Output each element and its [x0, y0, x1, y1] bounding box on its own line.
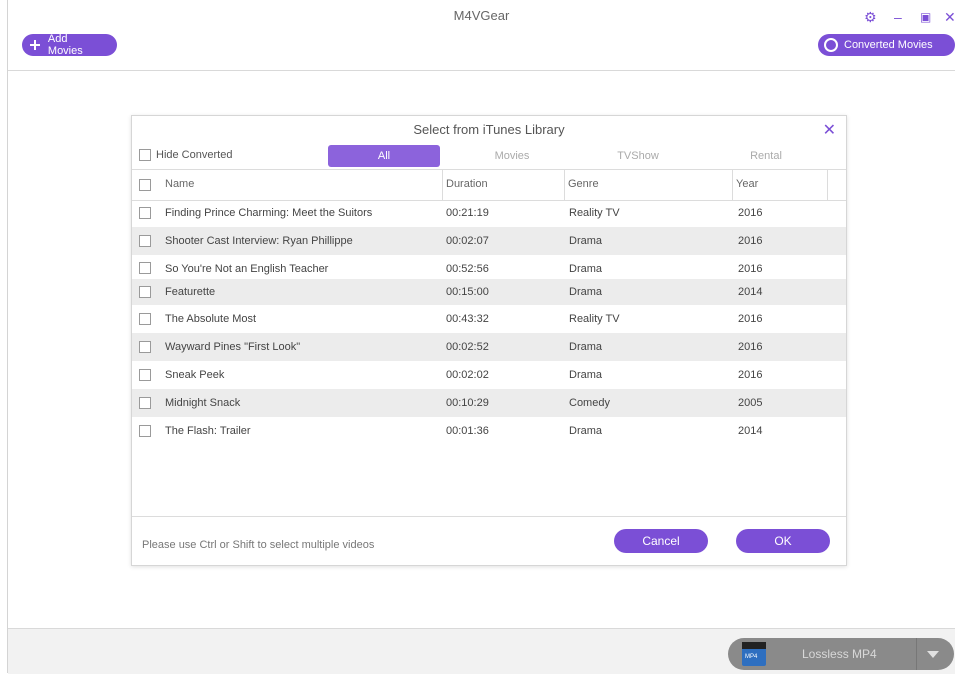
- row-name: Finding Prince Charming: Meet the Suitor…: [165, 207, 373, 219]
- dropdown-separator: [916, 638, 917, 670]
- table-header: Name Duration Genre Year: [132, 169, 846, 201]
- app-title: M4VGear: [453, 8, 510, 23]
- table-row[interactable]: The Absolute Most 00:43:32 Reality TV 20…: [132, 305, 846, 333]
- plus-icon: [28, 38, 42, 52]
- row-year: 2005: [738, 397, 763, 409]
- minimize-icon[interactable]: –: [894, 10, 902, 24]
- add-movies-label: Add Movies: [47, 33, 83, 57]
- converted-movies-label: Converted Movies: [844, 39, 933, 51]
- row-genre: Drama: [569, 369, 603, 381]
- row-checkbox[interactable]: [139, 207, 151, 219]
- row-genre: Comedy: [569, 397, 610, 409]
- dialog-footer: Please use Ctrl or Shift to select multi…: [132, 516, 846, 566]
- row-duration: 00:15:00: [446, 286, 489, 298]
- hide-converted-checkbox[interactable]: [139, 149, 151, 161]
- row-year: 2014: [738, 425, 763, 437]
- row-genre: Drama: [569, 263, 603, 275]
- row-name: Featurette: [165, 286, 216, 298]
- table-row[interactable]: Midnight Snack 00:10:29 Comedy 2005: [132, 389, 846, 417]
- row-name: Wayward Pines "First Look": [165, 341, 301, 353]
- row-duration: 00:02:02: [446, 369, 489, 381]
- row-genre: Drama: [569, 341, 603, 353]
- row-duration: 00:10:29: [446, 397, 489, 409]
- row-checkbox[interactable]: [139, 235, 151, 247]
- row-name: So You're Not an English Teacher: [165, 263, 329, 275]
- close-icon[interactable]: ✕: [944, 10, 955, 24]
- row-duration: 00:52:56: [446, 263, 489, 275]
- gear-icon[interactable]: ⚙: [864, 10, 877, 24]
- row-checkbox[interactable]: [139, 425, 151, 437]
- itunes-library-dialog: Select from iTunes Library ✕ Hide Conver…: [131, 115, 847, 566]
- row-checkbox[interactable]: [139, 397, 151, 409]
- output-format-label: Lossless MP4: [802, 647, 877, 661]
- tab-rental[interactable]: Rental: [710, 145, 822, 167]
- cancel-button[interactable]: Cancel: [614, 529, 708, 553]
- table-row[interactable]: So You're Not an English Teacher 00:52:5…: [132, 255, 846, 279]
- table-row[interactable]: Sneak Peek 00:02:02 Drama 2016: [132, 361, 846, 389]
- column-separator: [732, 170, 733, 200]
- column-separator: [564, 170, 565, 200]
- table-row[interactable]: Featurette 00:15:00 Drama 2014: [132, 279, 846, 305]
- row-checkbox[interactable]: [139, 286, 151, 298]
- row-name: The Absolute Most: [165, 313, 257, 325]
- table-row[interactable]: Finding Prince Charming: Meet the Suitor…: [132, 199, 846, 227]
- dialog-close-icon[interactable]: ✕: [823, 120, 836, 140]
- row-duration: 00:02:52: [446, 341, 489, 353]
- dialog-title: Select from iTunes Library: [413, 122, 565, 137]
- column-header-duration[interactable]: Duration: [446, 178, 488, 190]
- table-row[interactable]: The Flash: Trailer 00:01:36 Drama 2014: [132, 417, 846, 445]
- row-genre: Reality TV: [569, 313, 620, 325]
- row-checkbox[interactable]: [139, 341, 151, 353]
- column-header-name[interactable]: Name: [165, 178, 194, 190]
- row-genre: Drama: [569, 286, 603, 298]
- row-name: Midnight Snack: [165, 397, 241, 409]
- column-header-genre[interactable]: Genre: [568, 178, 599, 190]
- tab-movies[interactable]: Movies: [452, 145, 572, 167]
- row-genre: Reality TV: [569, 207, 620, 219]
- ok-button[interactable]: OK: [736, 529, 830, 553]
- table-row[interactable]: Wayward Pines "First Look" 00:02:52 Dram…: [132, 333, 846, 361]
- row-year: 2014: [738, 286, 763, 298]
- library-table: Name Duration Genre Year Finding Prince …: [132, 169, 846, 437]
- row-duration: 00:01:36: [446, 425, 489, 437]
- row-duration: 00:02:07: [446, 235, 489, 247]
- hide-converted-label: Hide Converted: [156, 149, 233, 161]
- column-separator: [442, 170, 443, 200]
- row-genre: Drama: [569, 425, 603, 437]
- row-checkbox[interactable]: [139, 262, 151, 274]
- column-header-year[interactable]: Year: [736, 178, 758, 190]
- row-duration: 00:43:32: [446, 313, 489, 325]
- clock-icon: [824, 38, 838, 52]
- row-year: 2016: [738, 235, 763, 247]
- row-year: 2016: [738, 263, 763, 275]
- selection-hint: Please use Ctrl or Shift to select multi…: [142, 539, 375, 551]
- maximize-icon[interactable]: ▣: [920, 10, 931, 24]
- row-year: 2016: [738, 369, 763, 381]
- row-name: Sneak Peek: [165, 369, 225, 381]
- column-separator: [827, 170, 828, 200]
- table-row[interactable]: Shooter Cast Interview: Ryan Phillippe 0…: [132, 227, 846, 255]
- row-genre: Drama: [569, 235, 603, 247]
- row-year: 2016: [738, 207, 763, 219]
- window-border: [7, 0, 8, 673]
- title-bar: M4VGear Add Movies Converted Movies ⚙ – …: [8, 0, 955, 71]
- add-movies-button[interactable]: Add Movies: [22, 33, 117, 57]
- output-format-select[interactable]: MP4 Lossless MP4: [728, 638, 954, 670]
- chevron-down-icon[interactable]: [927, 651, 939, 658]
- bottom-bar: MP4 Lossless MP4: [8, 628, 955, 674]
- row-year: 2016: [738, 341, 763, 353]
- row-name: The Flash: Trailer: [165, 425, 251, 437]
- tab-all[interactable]: All: [328, 145, 440, 167]
- row-checkbox[interactable]: [139, 369, 151, 381]
- mp4-clapperboard-icon: MP4: [742, 642, 766, 666]
- tab-tvshow[interactable]: TVShow: [576, 145, 700, 167]
- converted-movies-button[interactable]: Converted Movies: [818, 34, 955, 56]
- row-name: Shooter Cast Interview: Ryan Phillippe: [165, 235, 353, 247]
- row-checkbox[interactable]: [139, 313, 151, 325]
- row-duration: 00:21:19: [446, 207, 489, 219]
- select-all-checkbox[interactable]: [139, 179, 151, 191]
- row-year: 2016: [738, 313, 763, 325]
- format-icon-text: MP4: [745, 654, 758, 660]
